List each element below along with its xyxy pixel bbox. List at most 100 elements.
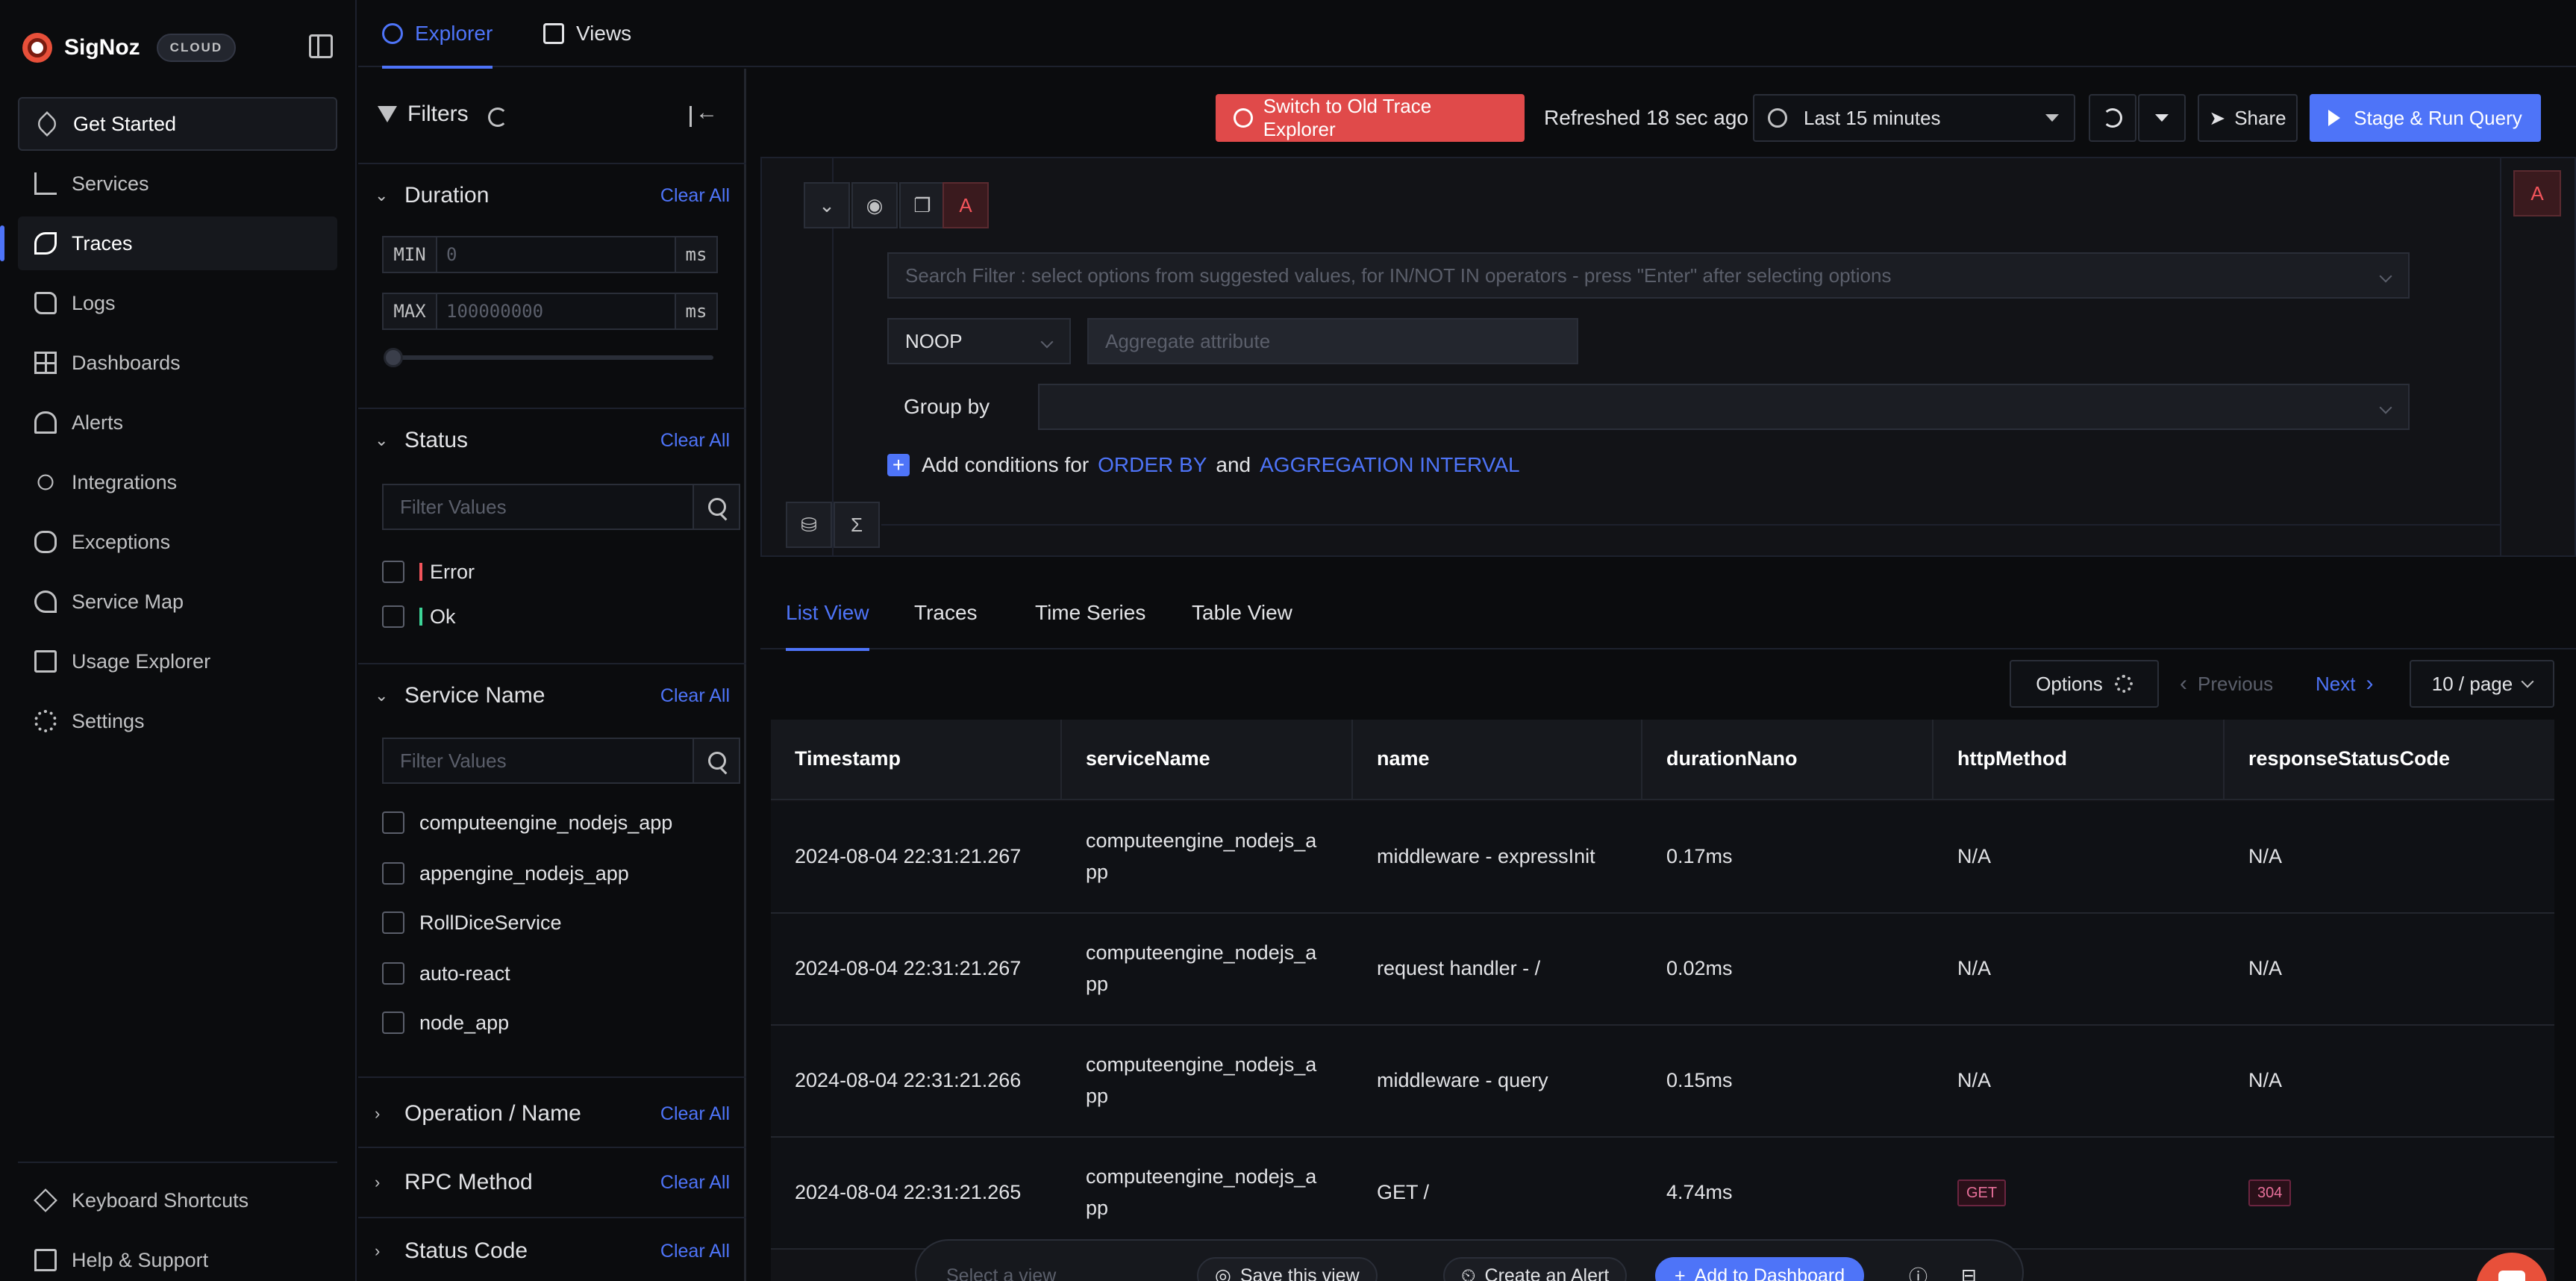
sidebar-item-services[interactable]: Services — [18, 157, 337, 211]
export-icon[interactable]: ⊟ — [1961, 1257, 1977, 1281]
stage-run-query-button[interactable]: Stage & Run Query — [2310, 94, 2541, 142]
section-header[interactable]: ⌄ Duration Clear All — [375, 166, 730, 225]
column-header[interactable]: name — [1353, 720, 1642, 799]
column-header[interactable]: serviceName — [1062, 720, 1353, 799]
plus-icon[interactable]: + — [887, 454, 910, 476]
sidebar-item-integrations[interactable]: Integrations — [18, 455, 337, 509]
min-input[interactable]: 0 — [437, 244, 675, 265]
search-icon[interactable] — [694, 738, 740, 784]
checkbox[interactable] — [382, 911, 404, 934]
clear-all-link[interactable]: Clear All — [660, 185, 730, 207]
collapse-query-icon[interactable]: ⌄ — [804, 182, 850, 228]
service-filter-input[interactable]: Filter Values — [382, 738, 694, 784]
sidebar-item-service-map[interactable]: Service Map — [18, 575, 337, 629]
share-button[interactable]: ➤ Share — [2198, 94, 2298, 142]
tab-list-view[interactable]: List View — [786, 576, 869, 651]
service-option[interactable]: auto-react — [382, 959, 510, 988]
sidebar-item-alerts[interactable]: Alerts — [18, 396, 337, 449]
service-option[interactable]: appengine_nodejs_app — [382, 858, 629, 888]
column-header[interactable]: durationNano — [1642, 720, 1933, 799]
options-button[interactable]: Options — [2010, 660, 2159, 708]
save-view-button[interactable]: ◎ Save this view — [1197, 1257, 1378, 1281]
duration-slider-handle[interactable] — [384, 348, 403, 367]
group-by-select[interactable] — [1038, 384, 2410, 430]
max-input[interactable]: 100000000 — [437, 301, 675, 322]
checkbox[interactable] — [382, 561, 404, 583]
tab-views[interactable]: Views — [543, 0, 631, 67]
aggregate-operator-select[interactable]: NOOP — [887, 318, 1071, 364]
brand[interactable]: SigNoz CLOUD — [22, 30, 237, 66]
sidebar-item-exceptions[interactable]: Exceptions — [18, 515, 337, 569]
table-row[interactable]: 2024-08-04 22:31:21.265 computeengine_no… — [771, 1138, 2554, 1250]
duration-slider-track[interactable] — [391, 355, 713, 360]
sidebar-item-dashboards[interactable]: Dashboards — [18, 336, 337, 390]
refresh-interval-dropdown[interactable] — [2138, 94, 2186, 142]
sidebar-collapse-icon[interactable] — [309, 34, 333, 58]
column-header[interactable]: Timestamp — [771, 720, 1062, 799]
status-filter-input[interactable]: Filter Values — [382, 484, 694, 530]
switch-old-explorer-button[interactable]: Switch to Old Trace Explorer — [1216, 94, 1525, 142]
database-icon[interactable]: ⛁ — [786, 502, 832, 548]
sigma-icon[interactable]: Σ — [834, 502, 880, 548]
checkbox[interactable] — [382, 962, 404, 985]
status-option-ok[interactable]: Ok — [382, 602, 456, 632]
sidebar-item-get-started[interactable]: Get Started — [18, 97, 337, 151]
table-row[interactable]: 2024-08-04 22:31:21.267 computeengine_no… — [771, 802, 2554, 914]
section-header[interactable]: ⌄ Service Name Clear All — [375, 666, 730, 726]
column-header[interactable]: httpMethod — [1933, 720, 2225, 799]
service-option[interactable]: computeengine_nodejs_app — [382, 808, 672, 838]
service-option[interactable]: node_app — [382, 1008, 509, 1038]
sidebar-item-help-support[interactable]: Help & Support — [18, 1233, 337, 1281]
clear-all-link[interactable]: Clear All — [660, 1103, 730, 1125]
refresh-button[interactable] — [2089, 94, 2136, 142]
eye-icon[interactable]: ◉ — [851, 182, 898, 228]
order-by-link[interactable]: ORDER BY — [1098, 453, 1207, 477]
collapse-left-icon[interactable] — [690, 100, 718, 128]
clear-all-link[interactable]: Clear All — [660, 685, 730, 707]
section-header[interactable]: ⌄ Status Clear All — [375, 411, 730, 470]
table-row[interactable]: 2024-08-04 22:31:21.266 computeengine_no… — [771, 1026, 2554, 1138]
checkbox[interactable] — [382, 605, 404, 628]
service-option[interactable]: RollDiceService — [382, 908, 562, 938]
checkbox[interactable] — [382, 1012, 404, 1034]
copy-icon[interactable]: ❐ — [899, 182, 945, 228]
clear-all-link[interactable]: Clear All — [660, 430, 730, 452]
section-header[interactable]: › RPC Method Clear All — [375, 1153, 730, 1212]
aggregation-interval-link[interactable]: AGGREGATION INTERVAL — [1260, 453, 1520, 477]
time-range-select[interactable]: Last 15 minutes — [1753, 94, 2075, 142]
checkbox[interactable] — [382, 811, 404, 834]
status-option-error[interactable]: Error — [382, 557, 475, 587]
refresh-icon[interactable] — [488, 107, 507, 127]
query-letter-badge-right[interactable]: A — [2513, 170, 2561, 216]
tab-time-series[interactable]: Time Series — [1035, 576, 1145, 649]
section-header[interactable]: › Operation / Name Clear All — [375, 1084, 730, 1144]
info-icon[interactable]: ⓘ — [1909, 1257, 1928, 1281]
select-view-dropdown[interactable]: Select a view — [946, 1257, 1170, 1281]
sidebar-item-keyboard-shortcuts[interactable]: Keyboard Shortcuts — [18, 1174, 337, 1227]
aggregate-attribute-input[interactable]: Aggregate attribute — [1087, 318, 1578, 364]
sidebar-item-usage-explorer[interactable]: Usage Explorer — [18, 635, 337, 688]
next-page-button[interactable]: Next › — [2316, 660, 2373, 708]
checkbox[interactable] — [382, 862, 404, 885]
create-alert-button[interactable]: ⏲ Create an Alert — [1443, 1257, 1628, 1281]
tab-traces[interactable]: Traces — [914, 576, 978, 649]
duration-min-field[interactable]: MIN 0 ms — [382, 236, 718, 273]
sidebar-item-settings[interactable]: Settings — [18, 694, 337, 748]
add-to-dashboard-button[interactable]: + Add to Dashboard — [1655, 1257, 1865, 1281]
query-letter-badge[interactable]: A — [942, 182, 989, 228]
page-size-select[interactable]: 10 / page — [2410, 660, 2554, 708]
sidebar-item-traces[interactable]: Traces — [0, 216, 337, 270]
column-header[interactable]: responseStatusCode — [2225, 720, 2554, 799]
tab-table-view[interactable]: Table View — [1192, 576, 1292, 649]
tab-explorer[interactable]: Explorer — [382, 0, 493, 69]
duration-max-field[interactable]: MAX 100000000 ms — [382, 293, 718, 330]
search-icon[interactable] — [694, 484, 740, 530]
previous-page-button[interactable]: ‹ Previous — [2180, 660, 2273, 708]
search-filter-input[interactable]: Search Filter : select options from sugg… — [887, 252, 2410, 299]
filter-section-service-name: ⌄ Service Name Clear All Filter Values c… — [358, 666, 746, 1078]
section-header[interactable]: › Status Code Clear All — [375, 1221, 730, 1281]
table-row[interactable]: 2024-08-04 22:31:21.267 computeengine_no… — [771, 914, 2554, 1026]
sidebar-item-logs[interactable]: Logs — [18, 276, 337, 330]
clear-all-link[interactable]: Clear All — [660, 1172, 730, 1194]
clear-all-link[interactable]: Clear All — [660, 1241, 730, 1262]
